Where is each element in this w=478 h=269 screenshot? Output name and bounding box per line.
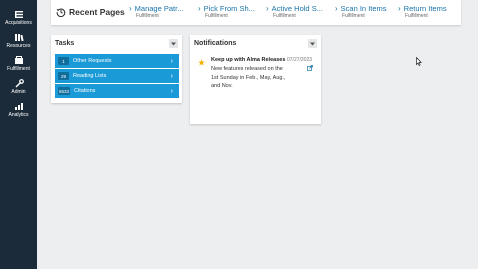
left-nav: Acquisitions Resources Fulfillment Admin… — [0, 0, 37, 269]
notifications-title: Notifications — [194, 40, 237, 47]
chevron-right-icon: › — [198, 4, 201, 13]
chevron-right-icon: › — [170, 57, 173, 65]
recent-pages-label: Recent Pages — [69, 7, 125, 17]
task-other-requests[interactable]: 1 Other Requests › — [55, 54, 179, 68]
nav-item-acquisitions[interactable]: Acquisitions — [0, 10, 37, 26]
task-count: 1 — [58, 57, 69, 65]
recent-page-label: Manage Patr... — [134, 4, 184, 13]
chevron-down-icon — [171, 42, 176, 45]
mouse-cursor-icon — [416, 57, 422, 66]
nav-item-resources[interactable]: Resources — [0, 33, 37, 49]
chevron-right-icon: › — [398, 4, 401, 13]
task-label: Other Requests — [73, 58, 112, 64]
nav-label-admin: Admin — [11, 89, 26, 95]
recent-page-sub: Fulfillment — [205, 13, 228, 19]
recent-page-sub: Fulfillment — [405, 13, 428, 19]
nav-label-fulfillment: Fulfillment — [7, 66, 30, 72]
recent-page-label: Scan In Items — [340, 4, 387, 13]
recent-page-pick-from-shelf[interactable]: › Pick From Sh... Fulfillment — [198, 4, 255, 20]
nav-item-fulfillment[interactable]: Fulfillment — [0, 56, 37, 72]
nav-label-acquisitions: Acquisitions — [5, 20, 32, 26]
resources-icon — [14, 34, 24, 42]
recent-page-sub: Fulfillment — [136, 13, 159, 19]
task-reading-lists[interactable]: 29 Reading Lists › — [55, 69, 179, 83]
task-count: 6533 — [58, 87, 71, 95]
notification-date: 07/27/2023 — [287, 57, 313, 63]
notification-body: New features released on the 1st Sunday … — [211, 66, 286, 89]
notification-title[interactable]: Keep up with Alma Releases — [211, 57, 285, 63]
recent-pages-bar: Recent Pages › Manage Patr... Fulfillment… — [51, 0, 461, 25]
tasks-title: Tasks — [55, 40, 75, 47]
chevron-right-icon: › — [335, 4, 338, 13]
fulfillment-icon — [14, 56, 23, 64]
recent-page-sub: Fulfillment — [342, 13, 365, 19]
notifications-widget: Notifications Keep up with Alma Releases… — [190, 35, 321, 124]
recent-page-label: Pick From Sh... — [203, 4, 255, 13]
task-citations[interactable]: 6533 Citations › — [55, 84, 179, 98]
tasks-widget: Tasks 1 Other Requests › 29 Reading List… — [51, 35, 182, 103]
chevron-down-icon — [310, 42, 315, 45]
recent-page-return-items[interactable]: › Return Items Fulfillment — [398, 4, 447, 20]
recent-page-scan-in-items[interactable]: › Scan In Items Fulfillment — [335, 4, 387, 20]
external-link-icon[interactable] — [307, 65, 313, 71]
task-label: Reading Lists — [73, 73, 107, 79]
task-count: 29 — [58, 72, 69, 80]
recent-page-active-hold-shelf[interactable]: › Active Hold S... Fulfillment — [266, 4, 323, 20]
recent-page-label: Return Items — [403, 4, 447, 13]
chevron-right-icon: › — [129, 4, 132, 13]
acquisitions-icon — [14, 11, 23, 18]
chevron-right-icon: › — [170, 72, 173, 80]
nav-item-admin[interactable]: Admin — [0, 79, 37, 95]
admin-icon — [14, 79, 24, 88]
tasks-menu-button[interactable] — [169, 39, 178, 48]
task-label: Citations — [74, 88, 96, 94]
recent-page-sub: Fulfillment — [273, 13, 296, 19]
analytics-icon — [14, 103, 23, 110]
history-icon — [56, 8, 66, 17]
recent-page-label: Active Hold S... — [271, 4, 323, 13]
nav-label-resources: Resources — [6, 43, 31, 49]
nav-label-analytics: Analytics — [8, 112, 29, 118]
recent-page-manage-patron[interactable]: › Manage Patr... Fulfillment — [129, 4, 183, 20]
chevron-right-icon: › — [170, 87, 173, 95]
recent-pages-title: Recent Pages — [56, 6, 125, 18]
notifications-menu-button[interactable] — [308, 39, 317, 48]
chevron-right-icon: › — [266, 4, 269, 13]
nav-item-analytics[interactable]: Analytics — [0, 102, 37, 118]
star-icon — [198, 59, 205, 66]
